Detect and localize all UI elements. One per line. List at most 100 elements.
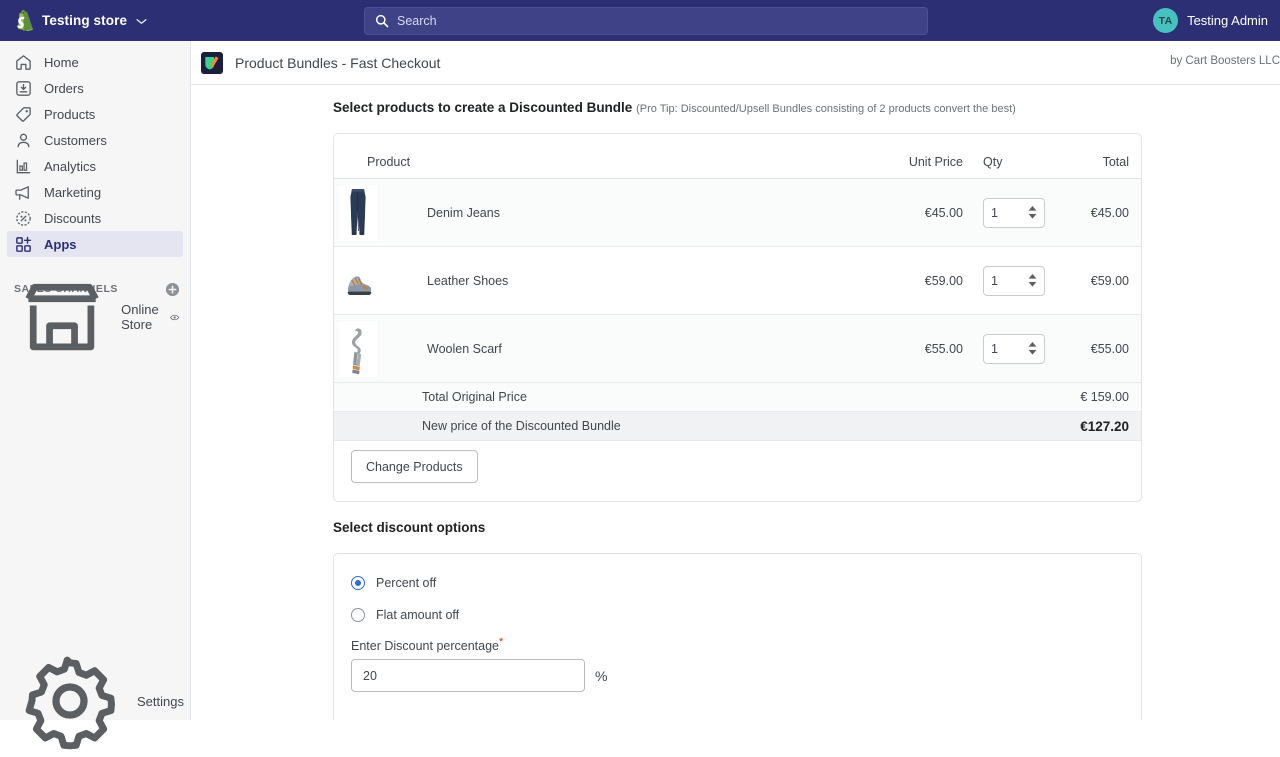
qty-cell: 1	[963, 247, 1055, 315]
shopify-logo-icon	[14, 10, 33, 31]
products-icon	[14, 105, 33, 124]
sidebar-item-settings[interactable]: Settings	[7, 688, 184, 714]
total-original-price-row: Total Original Price € 159.00	[334, 383, 1141, 412]
field-label-text: Enter Discount percentage	[351, 639, 499, 653]
search-placeholder: Search	[397, 14, 437, 28]
orders-icon	[14, 79, 33, 98]
radio-option-flat-amount-off[interactable]: Flat amount off	[351, 604, 459, 626]
sidebar-item-products[interactable]: Products	[7, 101, 183, 127]
bundle-products-table: Product Unit Price Qty Total	[334, 134, 1141, 441]
discount-percentage-input[interactable]	[351, 659, 585, 692]
top-bar: Testing store Search TA Testing Admin	[0, 0, 1280, 41]
marketing-icon	[14, 183, 33, 202]
unit-price: €55.00	[855, 315, 963, 383]
app-title: Product Bundles - Fast Checkout	[235, 55, 440, 71]
denim-jeans-thumbnail	[339, 185, 377, 241]
product-name: Woolen Scarf	[427, 342, 502, 356]
home-icon	[14, 53, 33, 72]
sidebar-item-label: Products	[44, 107, 95, 122]
sidebar-item-orders[interactable]: Orders	[7, 75, 183, 101]
search-input[interactable]: Search	[364, 7, 928, 35]
total-original-price-label: Total Original Price	[334, 383, 1055, 412]
sidebar-item-customers[interactable]: Customers	[7, 127, 183, 153]
row-total: €45.00	[1055, 179, 1141, 247]
main-content: Select products to create a Discounted B…	[191, 85, 1280, 720]
account-menu[interactable]: TA Testing Admin	[1149, 0, 1272, 41]
sidebar-nav: Home Orders Products Customers	[0, 41, 190, 257]
total-original-price-value: € 159.00	[1055, 383, 1141, 412]
sidebar-item-analytics[interactable]: Analytics	[7, 153, 183, 179]
products-card: Product Unit Price Qty Total	[333, 133, 1142, 502]
quantity-value: 1	[991, 206, 998, 220]
eye-icon[interactable]	[170, 312, 179, 323]
table-row: Woolen Scarf €55.00 1 €55.00	[334, 315, 1141, 383]
unit-price: €59.00	[855, 247, 963, 315]
percent-sign: %	[595, 668, 607, 684]
qty-cell: 1	[963, 315, 1055, 383]
product-cell: Denim Jeans	[334, 179, 855, 247]
column-header-unit-price: Unit Price	[855, 134, 963, 179]
sidebar: Home Orders Products Customers	[0, 41, 191, 720]
quantity-stepper[interactable]: 1	[983, 334, 1045, 364]
column-header-total: Total	[1055, 134, 1141, 179]
sidebar-item-online-store[interactable]: Online Store	[7, 304, 183, 330]
sidebar-item-label: Settings	[137, 694, 184, 709]
avatar: TA	[1153, 8, 1178, 33]
radio-flat-amount-off-icon[interactable]	[351, 608, 365, 622]
radio-percent-off-icon[interactable]	[351, 576, 365, 590]
store-switcher[interactable]: Testing store	[0, 0, 159, 41]
customers-icon	[14, 131, 33, 150]
chevron-down-icon	[136, 18, 147, 25]
table-row: Leather Shoes €59.00 1 €59.00	[334, 247, 1141, 315]
radio-option-percent-off[interactable]: Percent off	[351, 572, 436, 594]
column-header-qty: Qty	[963, 134, 1055, 179]
sidebar-item-label: Home	[44, 55, 79, 70]
table-row: Denim Jeans €45.00 1 €45.00	[334, 179, 1141, 247]
column-header-product: Product	[334, 134, 855, 179]
products-section-tip: (Pro Tip: Discounted/Upsell Bundles cons…	[636, 103, 1016, 115]
discount-input-row: %	[351, 659, 607, 692]
discount-options-card: Percent off Flat amount off Enter Discou…	[333, 553, 1142, 720]
required-marker: *	[499, 636, 503, 648]
discount-percentage-label: Enter Discount percentage*	[351, 636, 503, 653]
product-name: Leather Shoes	[427, 274, 508, 288]
sidebar-item-label: Analytics	[44, 159, 96, 174]
sidebar-item-label: Online Store	[121, 302, 159, 332]
product-name: Denim Jeans	[427, 206, 500, 220]
leather-shoes-thumbnail	[339, 253, 377, 309]
stepper-arrows-icon[interactable]	[1028, 342, 1037, 355]
sidebar-item-marketing[interactable]: Marketing	[7, 179, 183, 205]
app-header: Product Bundles - Fast Checkout by Cart …	[191, 41, 1280, 85]
quantity-stepper[interactable]: 1	[983, 266, 1045, 296]
stepper-arrows-icon[interactable]	[1028, 274, 1037, 287]
quantity-value: 1	[991, 342, 998, 356]
stepper-arrows-icon[interactable]	[1028, 206, 1037, 219]
discounted-bundle-price-value: €127.20	[1055, 412, 1141, 441]
store-name: Testing store	[42, 13, 127, 28]
apps-icon	[14, 235, 33, 254]
radio-label: Percent off	[376, 576, 436, 590]
sidebar-item-apps[interactable]: Apps	[7, 231, 183, 257]
plus-circle-icon[interactable]	[165, 282, 180, 297]
sidebar-item-label: Customers	[44, 133, 107, 148]
admin-name: Testing Admin	[1187, 13, 1268, 28]
discount-section-heading: Select discount options	[333, 520, 485, 535]
table-header: Product Unit Price Qty Total	[334, 134, 1141, 179]
sidebar-item-label: Apps	[44, 237, 77, 252]
quantity-stepper[interactable]: 1	[983, 198, 1045, 228]
sidebar-item-home[interactable]: Home	[7, 49, 183, 75]
page-title: Select products to create a Discounted B…	[333, 100, 1016, 115]
row-total: €59.00	[1055, 247, 1141, 315]
change-products-button[interactable]: Change Products	[351, 450, 478, 483]
products-section-heading: Select products to create a Discounted B…	[333, 100, 632, 115]
radio-label: Flat amount off	[376, 608, 459, 622]
analytics-icon	[14, 157, 33, 176]
sidebar-item-label: Discounts	[44, 211, 101, 226]
sidebar-item-label: Orders	[44, 81, 84, 96]
sidebar-item-discounts[interactable]: Discounts	[7, 205, 183, 231]
quantity-value: 1	[991, 274, 998, 288]
online-store-icon	[14, 269, 110, 365]
woolen-scarf-thumbnail	[339, 321, 377, 377]
product-cell: Woolen Scarf	[334, 315, 855, 383]
discounted-bundle-price-row: New price of the Discounted Bundle €127.…	[334, 412, 1141, 441]
